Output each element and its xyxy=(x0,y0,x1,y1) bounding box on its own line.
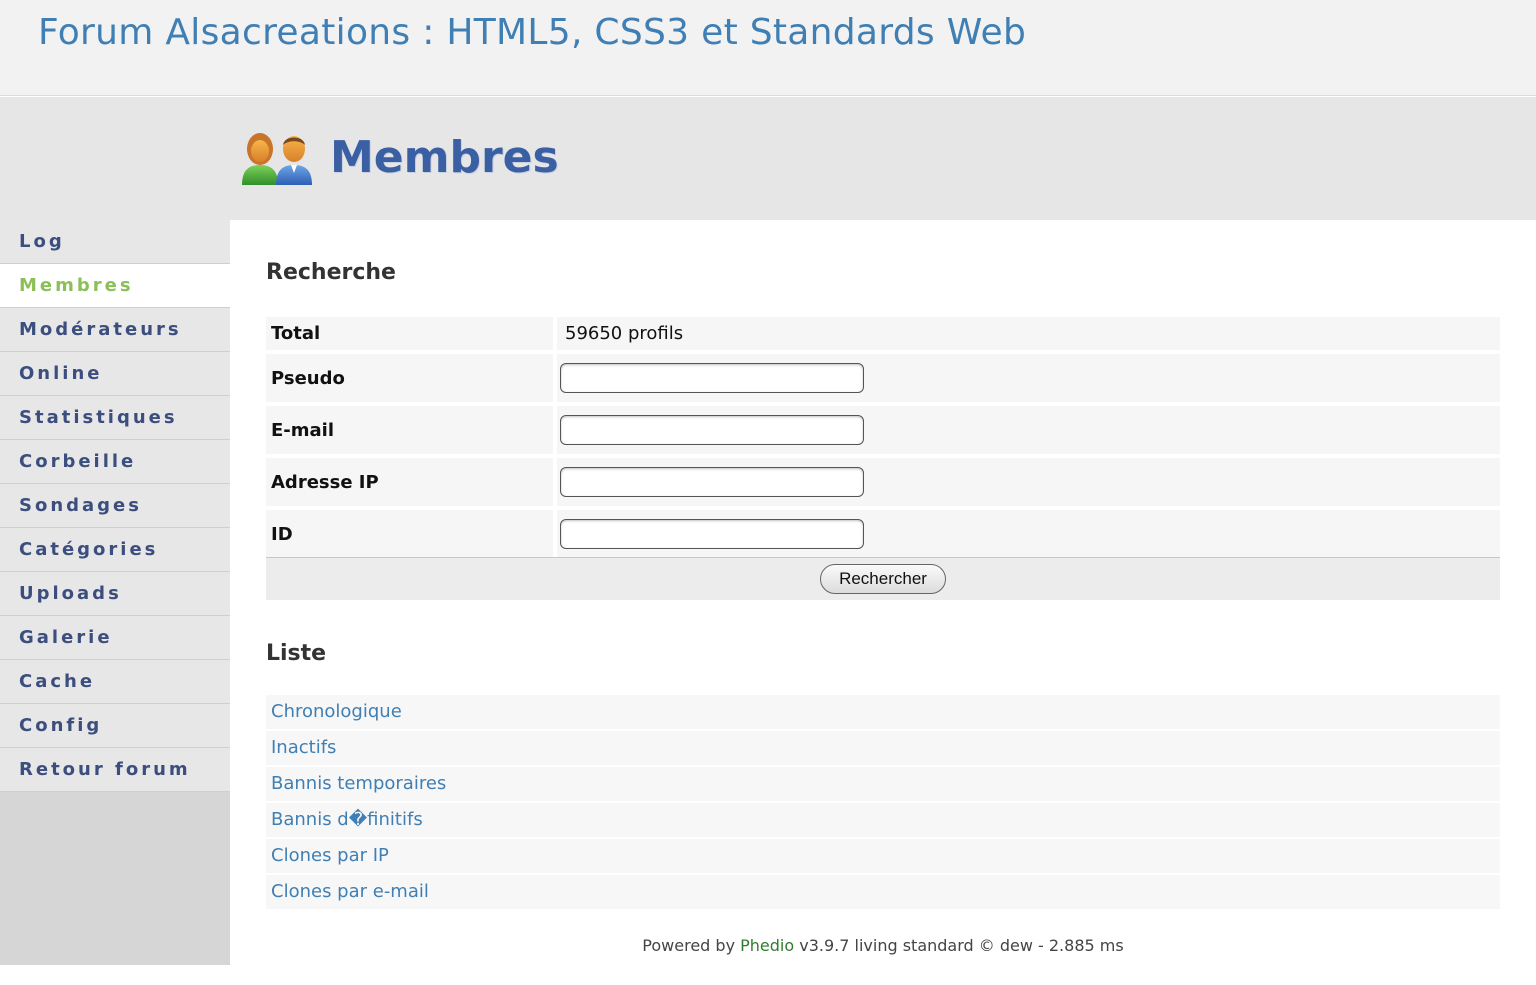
banner-title: Membres xyxy=(330,132,559,183)
site-header: Forum Alsacreations : HTML5, CSS3 et Sta… xyxy=(0,0,1536,96)
list-link-clones-ip[interactable]: Clones par IP xyxy=(266,839,1500,873)
id-row: ID xyxy=(266,510,1500,558)
list-link-chronologique[interactable]: Chronologique xyxy=(266,695,1500,729)
sidebar-item-config[interactable]: Config xyxy=(0,704,230,748)
email-row: E-mail xyxy=(266,406,1500,454)
sidebar-item-sondages[interactable]: Sondages xyxy=(0,484,230,528)
pseudo-row: Pseudo xyxy=(266,354,1500,402)
total-row: Total 59650 profils xyxy=(266,317,1500,350)
sidebar-item-membres[interactable]: Membres xyxy=(0,264,230,308)
pseudo-label: Pseudo xyxy=(266,354,557,402)
sidebar-item-retour-forum[interactable]: Retour forum xyxy=(0,748,230,792)
id-input[interactable] xyxy=(560,519,864,549)
sidebar-item-statistiques[interactable]: Statistiques xyxy=(0,396,230,440)
sidebar-item-galerie[interactable]: Galerie xyxy=(0,616,230,660)
search-section-title: Recherche xyxy=(266,260,396,285)
id-label: ID xyxy=(266,510,557,558)
ip-row: Adresse IP xyxy=(266,458,1500,506)
list-link-bannis-temporaires[interactable]: Bannis temporaires xyxy=(266,767,1500,801)
footer: Powered by Phedio v3.9.7 living standard… xyxy=(266,936,1500,955)
site-title[interactable]: Forum Alsacreations : HTML5, CSS3 et Sta… xyxy=(38,12,1026,53)
list-section-title: Liste xyxy=(266,641,327,666)
total-value: 59650 profils xyxy=(557,317,1500,350)
sidebar: Log Membres Modérateurs Online Statistiq… xyxy=(0,220,230,965)
search-submit-bar: Rechercher xyxy=(266,557,1500,600)
list-link-clones-email[interactable]: Clones par e-mail xyxy=(266,875,1500,909)
sidebar-item-corbeille[interactable]: Corbeille xyxy=(0,440,230,484)
search-form: Total 59650 profils Pseudo E-mail Adress… xyxy=(266,313,1500,562)
search-button[interactable]: Rechercher xyxy=(820,564,946,594)
email-input[interactable] xyxy=(560,415,864,445)
total-label: Total xyxy=(266,317,557,350)
member-list: Chronologique Inactifs Bannis temporaire… xyxy=(266,695,1500,911)
sidebar-item-online[interactable]: Online xyxy=(0,352,230,396)
email-label: E-mail xyxy=(266,406,557,454)
sidebar-item-uploads[interactable]: Uploads xyxy=(0,572,230,616)
sidebar-item-log[interactable]: Log xyxy=(0,220,230,264)
footer-brand-link[interactable]: Phedio xyxy=(740,936,794,955)
ip-input[interactable] xyxy=(560,467,864,497)
members-icon xyxy=(242,133,312,185)
pseudo-input[interactable] xyxy=(560,363,864,393)
sidebar-nav: Log Membres Modérateurs Online Statistiq… xyxy=(0,220,230,792)
ip-label: Adresse IP xyxy=(266,458,557,506)
page-banner: Membres xyxy=(0,97,1536,220)
list-link-inactifs[interactable]: Inactifs xyxy=(266,731,1500,765)
sidebar-item-moderateurs[interactable]: Modérateurs xyxy=(0,308,230,352)
list-link-bannis-definitifs[interactable]: Bannis d�finitifs xyxy=(266,803,1500,837)
footer-prefix: Powered by xyxy=(642,936,736,955)
sidebar-item-categories[interactable]: Catégories xyxy=(0,528,230,572)
sidebar-item-cache[interactable]: Cache xyxy=(0,660,230,704)
footer-suffix: v3.9.7 living standard © dew - 2.885 ms xyxy=(799,936,1124,955)
